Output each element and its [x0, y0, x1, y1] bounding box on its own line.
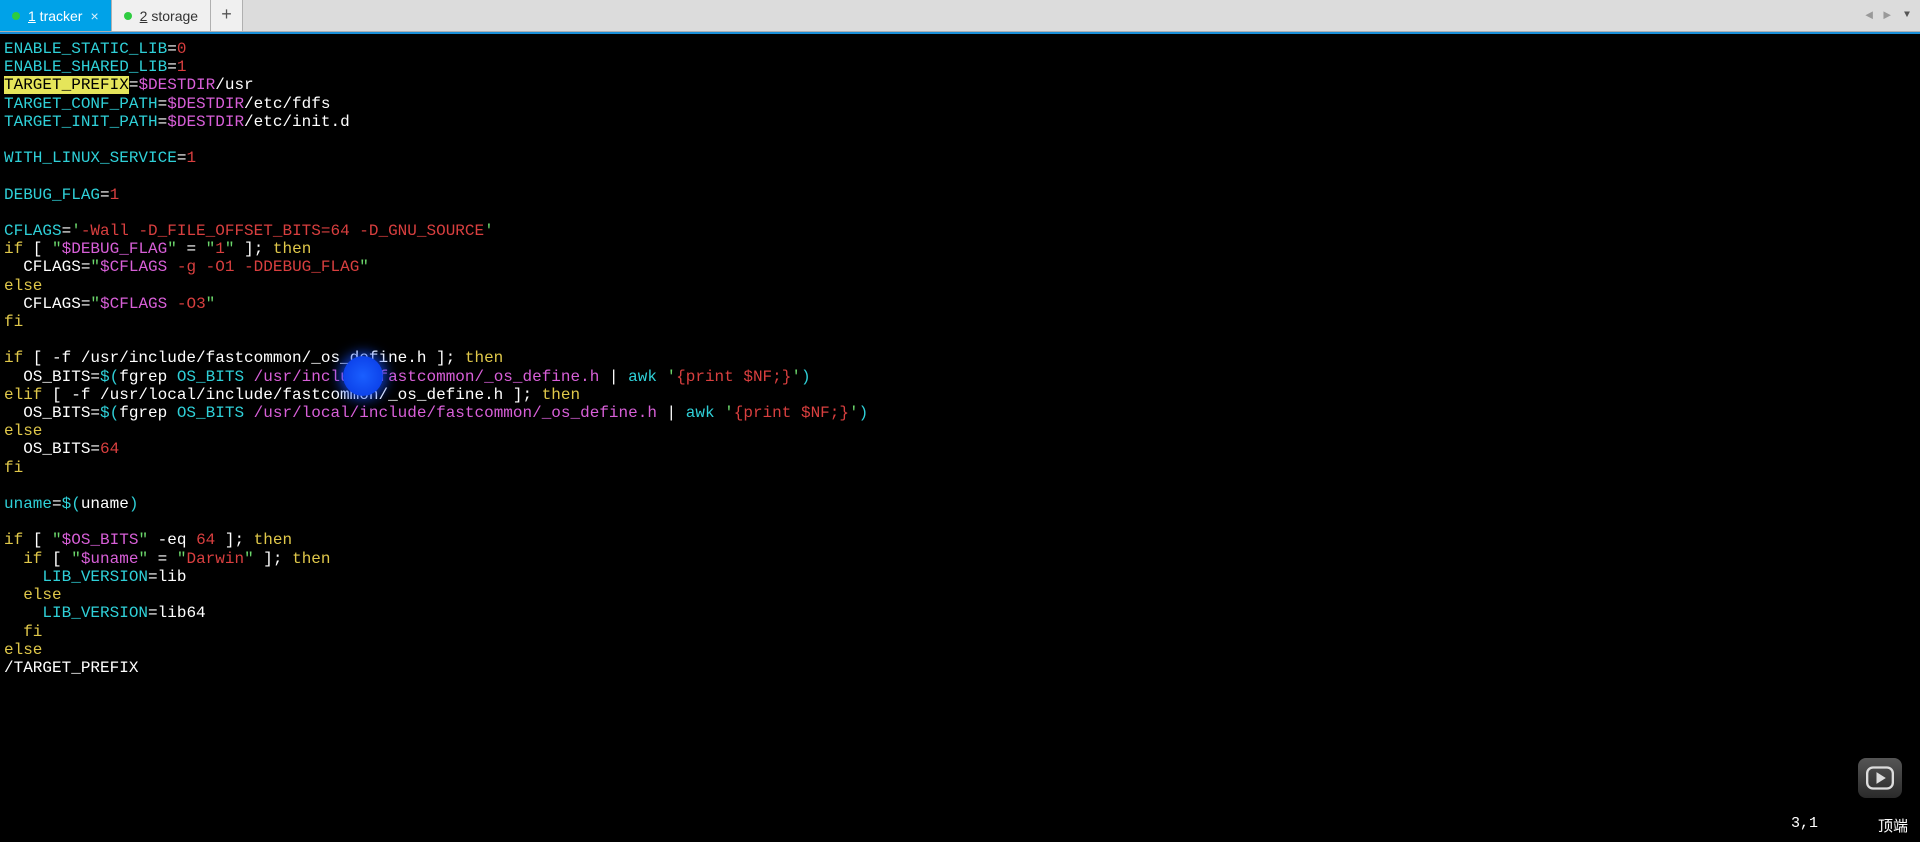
vim-search-line: /TARGET_PREFIX: [4, 659, 138, 677]
search-match-highlight: TARGET_PREFIX: [4, 76, 129, 94]
code-content: ENABLE_STATIC_LIB=0 ENABLE_SHARED_LIB=1 …: [4, 40, 1916, 677]
video-play-widget[interactable]: [1858, 758, 1902, 798]
nav-back-icon[interactable]: ◄: [1862, 8, 1876, 23]
tab-status-dot-icon: [124, 12, 132, 20]
tab-bar: 1 tracker × 2 storage + ◄ ► ▼: [0, 0, 1920, 32]
play-icon: [1866, 766, 1894, 790]
tab-label: 2 storage: [140, 8, 198, 24]
close-icon[interactable]: ×: [90, 8, 98, 24]
terminal-view[interactable]: ENABLE_STATIC_LIB=0 ENABLE_SHARED_LIB=1 …: [0, 32, 1920, 842]
scroll-position: 顶端: [1878, 815, 1908, 836]
tab-tracker[interactable]: 1 tracker ×: [0, 0, 112, 31]
add-tab-button[interactable]: +: [211, 0, 243, 31]
vim-status-bar: 3,1 顶端: [1791, 815, 1908, 836]
nav-forward-icon[interactable]: ►: [1880, 8, 1894, 23]
tab-bar-nav: ◄ ► ▼: [1862, 0, 1920, 31]
dropdown-icon[interactable]: ▼: [1898, 10, 1916, 21]
tab-label: 1 tracker: [28, 8, 82, 24]
cursor-position: 3,1: [1791, 815, 1818, 836]
tab-storage[interactable]: 2 storage: [112, 0, 211, 31]
tab-status-dot-icon: [12, 12, 20, 20]
